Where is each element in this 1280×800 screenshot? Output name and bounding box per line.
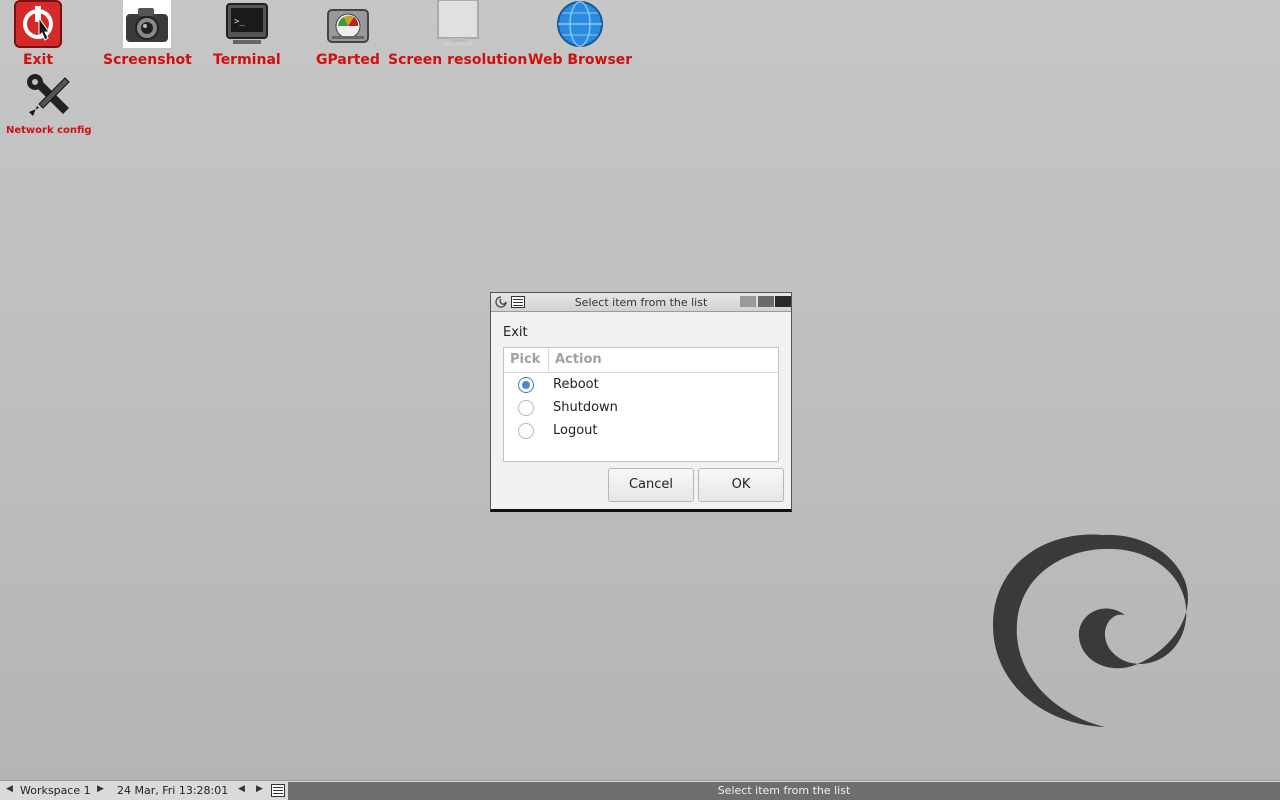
exit-icon — [14, 0, 62, 48]
monitor-icon — [434, 0, 482, 48]
wrench-screwdriver-icon — [25, 72, 73, 120]
desktop-icon-label: Exit — [22, 52, 54, 68]
desktop-icon-gparted[interactable]: GParted — [316, 0, 380, 68]
minimize-button[interactable] — [740, 296, 756, 307]
clock: 24 Mar, Fri 13:28:01 — [117, 784, 229, 797]
taskbar-active-window[interactable]: Select item from the list — [288, 782, 1280, 800]
svg-text:>_: >_ — [234, 17, 245, 27]
desktop-icon-terminal[interactable]: >_ Terminal — [213, 0, 281, 68]
desktop-icon-network-config[interactable]: Network config — [6, 72, 92, 139]
dialog-prompt: Exit — [503, 325, 528, 340]
task-prev-arrow[interactable]: ◀ — [238, 784, 245, 794]
workspace-prev-arrow[interactable]: ◀ — [6, 784, 13, 794]
list-item-logout[interactable]: Logout — [504, 419, 778, 442]
ok-button[interactable]: OK — [698, 468, 784, 502]
radio-logout[interactable] — [518, 423, 534, 439]
desktop-icon-label: Network config — [6, 125, 92, 136]
desktop-icon-screen-resolution[interactable]: Screen resolution — [388, 0, 527, 68]
item-label: Reboot — [553, 377, 599, 392]
radio-shutdown[interactable] — [518, 400, 534, 416]
workspace-next-arrow[interactable]: ▶ — [97, 784, 104, 794]
taskbar: ◀ Workspace 1 ▶ 24 Mar, Fri 13:28:01 ◀ ▶… — [0, 780, 1280, 800]
desktop-icon-label: GParted — [316, 52, 380, 68]
camera-icon — [123, 0, 172, 48]
dialog-titlebar[interactable]: Select item from the list — [491, 293, 791, 312]
list-header: Pick Action — [504, 348, 778, 373]
desktop-icon-label: Screen resolution — [388, 52, 528, 68]
desktop-icon-label: Web Browser — [528, 52, 633, 68]
globe-icon — [556, 0, 604, 48]
close-button[interactable] — [775, 296, 791, 307]
desktop-icon-exit[interactable]: Exit — [14, 0, 62, 68]
list-item-shutdown[interactable]: Shutdown — [504, 396, 778, 419]
item-label: Logout — [553, 423, 598, 438]
select-item-dialog: Select item from the list Exit Pick Acti… — [490, 292, 792, 512]
debian-swirl-logo — [993, 534, 1188, 727]
list-item-reboot[interactable]: Reboot — [504, 373, 778, 396]
maximize-button[interactable] — [758, 296, 774, 307]
cancel-button[interactable]: Cancel — [608, 468, 694, 502]
radio-reboot[interactable] — [518, 377, 534, 393]
window-list-button[interactable] — [271, 784, 285, 797]
action-list: Pick Action Reboot Shutdown Logout — [503, 347, 779, 462]
disk-gauge-icon — [324, 0, 372, 48]
column-header-pick[interactable]: Pick — [504, 348, 549, 372]
desktop-icon-screenshot[interactable]: Screenshot — [103, 0, 192, 68]
column-header-action[interactable]: Action — [549, 348, 602, 372]
terminal-icon: >_ — [223, 0, 271, 48]
task-next-arrow[interactable]: ▶ — [256, 784, 263, 794]
desktop-icon-label: Terminal — [213, 52, 281, 68]
workspace-name[interactable]: Workspace 1 — [20, 784, 91, 797]
desktop-icon-label: Screenshot — [103, 52, 192, 68]
item-label: Shutdown — [553, 400, 618, 415]
desktop-icon-web-browser[interactable]: Web Browser — [528, 0, 632, 68]
